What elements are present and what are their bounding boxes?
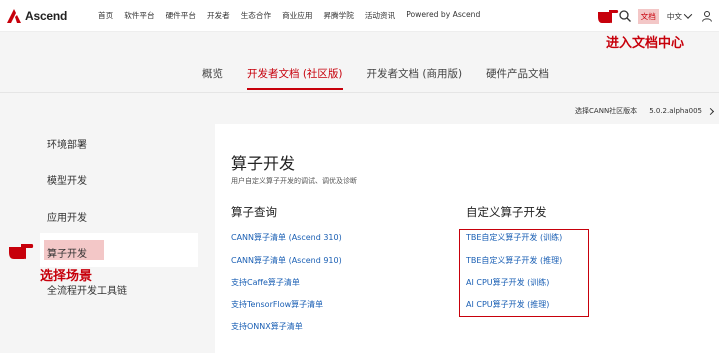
main-panel: 算子开发 用户自定义算子开发的调试、调优及诊断 算子查询 CANN算子清单 (A… [215,124,719,353]
sidebar-item-app-dev[interactable]: 应用开发 [47,209,87,224]
version-value: 5.0.2.alpha005 [649,107,702,115]
tab-developer-docs-community[interactable]: 开发者文档 (社区版) [247,66,343,90]
section-title-custom-operator: 自定义算子开发 [466,205,547,219]
header-right: 文档 中文 [618,8,713,24]
logo-text: Ascend [25,9,68,23]
top-nav: 首页 软件平台 硬件平台 开发者 生态合作 商业应用 昇腾学院 活动资讯 Pow… [98,10,491,21]
sidebar-item-toolchain[interactable]: 全流程开发工具链 [47,282,127,297]
link-onnx-ops[interactable]: 支持ONNX算子清单 [231,321,303,332]
link-aicpu-train[interactable]: AI CPU算子开发 (训练) [466,277,549,288]
tabs-divider [0,92,719,93]
tab-developer-docs-commercial[interactable]: 开发者文档 (商用版) [367,66,463,90]
ascend-logo[interactable]: Ascend [6,8,67,24]
link-tbe-train[interactable]: TBE自定义算子开发 (训练) [466,232,562,243]
nav-events[interactable]: 活动资讯 [365,10,395,21]
doc-tabs: 概览 开发者文档 (社区版) 开发者文档 (商用版) 硬件产品文档 [202,66,573,90]
chevron-right-icon [706,107,715,115]
language-label: 中文 [666,11,682,21]
sidebar-item-model-dev[interactable]: 模型开发 [47,172,87,187]
pointing-hand-icon [9,244,34,260]
version-selector[interactable]: 选择CANN社区版本 5.0.2.alpha005 [575,106,715,116]
search-icon[interactable] [618,9,632,23]
tab-overview[interactable]: 概览 [202,66,223,90]
link-aicpu-infer[interactable]: AI CPU算子开发 (推理) [466,299,549,310]
nav-powered-by[interactable]: Powered by Ascend [406,10,480,21]
pointing-hand-icon [598,10,619,24]
annotation-enter-doc-center: 进入文档中心 [606,36,685,51]
annotation-select-scenario: 选择场景 [40,269,93,284]
page-title: 算子开发 [231,154,296,173]
scenario-sidebar: 环境部署 模型开发 应用开发 算子开发 全流程开发工具链 选择场景 [0,124,213,353]
sidebar-item-operator-dev[interactable]: 算子开发 [47,245,87,260]
chevron-down-icon [683,10,693,19]
tab-hardware-docs[interactable]: 硬件产品文档 [486,66,549,90]
user-icon[interactable] [701,10,713,22]
link-caffe-ops[interactable]: 支持Caffe算子清单 [231,277,300,288]
language-select[interactable]: 中文 [666,10,693,22]
nav-home[interactable]: 首页 [98,10,113,21]
section-title-operator-query: 算子查询 [231,205,277,219]
page-subtitle: 用户自定义算子开发的调试、调优及诊断 [231,177,357,185]
ascend-logo-icon [7,9,21,23]
link-cann-ops-310[interactable]: CANN算子清单 (Ascend 310) [231,232,342,243]
nav-ecosystem[interactable]: 生态合作 [241,10,271,21]
link-cann-ops-910[interactable]: CANN算子清单 (Ascend 910) [231,255,342,266]
docs-link[interactable]: 文档 [637,8,659,24]
doc-tabs-bar: 概览 开发者文档 (社区版) 开发者文档 (商用版) 硬件产品文档 [0,56,719,92]
sidebar-item-env-deploy[interactable]: 环境部署 [47,136,87,151]
nav-business-apps[interactable]: 商业应用 [282,10,312,21]
nav-academy[interactable]: 昇腾学院 [323,10,353,21]
nav-software-platform[interactable]: 软件平台 [124,10,154,21]
nav-hardware-platform[interactable]: 硬件平台 [166,10,196,21]
nav-developer[interactable]: 开发者 [207,10,230,21]
version-label: 选择CANN社区版本 [575,107,638,115]
link-tbe-infer[interactable]: TBE自定义算子开发 (推理) [466,255,562,266]
link-tensorflow-ops[interactable]: 支持TensorFlow算子清单 [231,299,323,310]
